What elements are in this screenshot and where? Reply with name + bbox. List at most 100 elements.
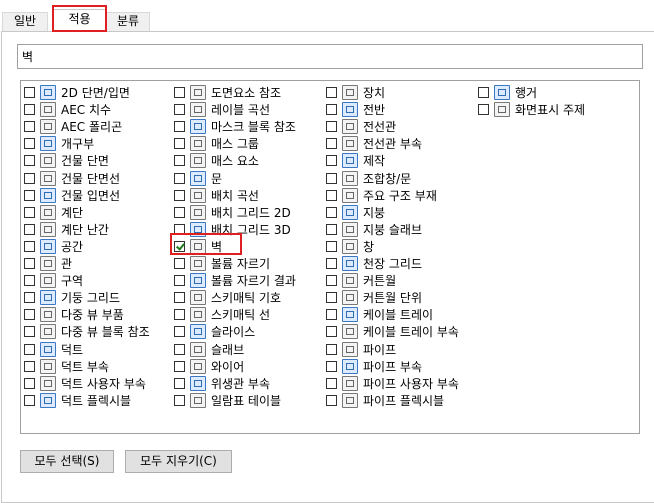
object-type-icon	[190, 324, 206, 340]
checkbox[interactable]	[24, 223, 35, 235]
object-type-icon	[190, 85, 206, 100]
checkbox[interactable]	[174, 343, 185, 355]
select-all-button[interactable]: 모두 선택(S)	[20, 450, 114, 473]
checkbox[interactable]	[174, 360, 185, 372]
list-item-label: 지붕 슬래브	[363, 222, 423, 237]
checkbox[interactable]	[326, 275, 337, 287]
checkbox[interactable]	[24, 172, 35, 184]
checkbox[interactable]	[24, 394, 35, 406]
checkbox[interactable]	[24, 206, 35, 218]
checkbox[interactable]	[174, 377, 185, 389]
checkbox[interactable]	[24, 343, 35, 355]
checkbox[interactable]	[326, 87, 337, 98]
checkbox[interactable]	[326, 206, 337, 218]
checkbox[interactable]	[326, 189, 337, 201]
object-type-icon	[40, 221, 56, 237]
checkbox[interactable]	[174, 206, 185, 218]
checkbox[interactable]	[326, 360, 337, 372]
checkbox[interactable]	[478, 104, 489, 116]
list-item-label: 마스크 블록 참조	[211, 120, 296, 135]
object-type-icon	[40, 238, 56, 254]
checkbox[interactable]	[478, 87, 489, 98]
object-type-icon	[190, 256, 206, 271]
object-type-icon	[342, 324, 358, 340]
list-item-label: 주요 구조 부재	[363, 188, 437, 203]
object-type-icon	[190, 153, 206, 169]
object-type-icon	[342, 153, 358, 169]
tab-general[interactable]: 일반	[2, 12, 48, 31]
list-item-label: 지붕	[363, 205, 386, 220]
checkbox[interactable]	[174, 87, 185, 98]
checkbox[interactable]	[174, 292, 185, 304]
checkbox[interactable]	[326, 121, 337, 133]
checkbox[interactable]	[326, 377, 337, 389]
checkbox[interactable]	[24, 360, 35, 372]
checkbox[interactable]	[24, 104, 35, 116]
list-item-label: 슬래브	[211, 342, 245, 357]
checkbox[interactable]	[326, 138, 337, 150]
list-item-label: 구역	[61, 274, 84, 289]
list-item-label: 건물 입면선	[61, 188, 121, 203]
checkbox[interactable]	[326, 172, 337, 184]
checkbox[interactable]	[24, 292, 35, 304]
checkbox[interactable]	[174, 138, 185, 150]
checkbox[interactable]	[174, 104, 185, 116]
checkbox[interactable]	[174, 172, 185, 184]
checkbox[interactable]	[326, 309, 337, 321]
object-type-icon	[342, 273, 358, 289]
checkbox[interactable]	[24, 377, 35, 389]
checkbox[interactable]	[174, 155, 185, 167]
checkbox[interactable]	[174, 394, 185, 406]
checkbox[interactable]	[326, 343, 337, 355]
list-item-label: 행거	[515, 86, 538, 100]
tab-classification[interactable]: 분류	[106, 12, 150, 31]
checkbox[interactable]	[174, 258, 185, 269]
object-type-icon	[190, 290, 206, 306]
checkbox[interactable]	[326, 104, 337, 116]
search-input[interactable]: 벽	[17, 44, 643, 69]
checkbox[interactable]	[326, 223, 337, 235]
object-type-list[interactable]: 2D 단면/입면 AEC 치수 AEC 폴리곤 개구부 건물 단면 건물 단면선 건물 입면…	[20, 80, 640, 434]
checkbox[interactable]	[174, 275, 185, 287]
list-item-label: 관	[61, 257, 73, 271]
checkbox[interactable]	[174, 326, 185, 338]
checkbox[interactable]	[326, 240, 337, 252]
checkbox[interactable]	[326, 292, 337, 304]
checkbox[interactable]	[326, 258, 337, 269]
object-type-icon	[190, 358, 206, 374]
object-type-icon	[40, 170, 56, 186]
object-type-icon	[342, 341, 358, 357]
checkbox[interactable]	[174, 189, 185, 201]
object-type-icon	[40, 119, 56, 135]
object-type-icon	[190, 307, 206, 323]
checkbox[interactable]	[24, 155, 35, 167]
list-item-label: 파이프 플렉시블	[363, 393, 445, 408]
list-item-label: 덕트 플렉시블	[61, 393, 132, 408]
object-type-icon	[40, 358, 56, 374]
object-type-icon	[342, 119, 358, 135]
tab-bar: 일반 적용 분류	[0, 0, 654, 32]
list-item-label: 슬라이스	[211, 325, 256, 340]
object-type-icon	[190, 204, 206, 220]
checkbox[interactable]	[24, 189, 35, 201]
checkbox[interactable]	[24, 121, 35, 133]
checkbox[interactable]	[24, 240, 35, 252]
checkbox[interactable]	[326, 155, 337, 167]
list-item-label: 파이프 부속	[363, 359, 423, 374]
list-item-label: 배치 그리드 2D	[211, 205, 291, 220]
object-type-icon	[190, 102, 206, 118]
checkbox[interactable]	[24, 309, 35, 321]
checkbox[interactable]	[174, 309, 185, 321]
checkbox[interactable]	[326, 326, 337, 338]
list-item-label: 스키매틱 기호	[211, 291, 282, 306]
clear-all-button[interactable]: 모두 지우기(C)	[125, 450, 232, 473]
checkbox[interactable]	[174, 121, 185, 133]
checkbox[interactable]	[24, 87, 35, 98]
list-item-label: 기둥 그리드	[61, 291, 121, 306]
checkbox[interactable]	[24, 326, 35, 338]
object-type-icon	[40, 187, 56, 203]
checkbox[interactable]	[24, 258, 35, 269]
checkbox[interactable]	[326, 394, 337, 406]
checkbox[interactable]	[24, 138, 35, 150]
checkbox[interactable]	[24, 275, 35, 287]
